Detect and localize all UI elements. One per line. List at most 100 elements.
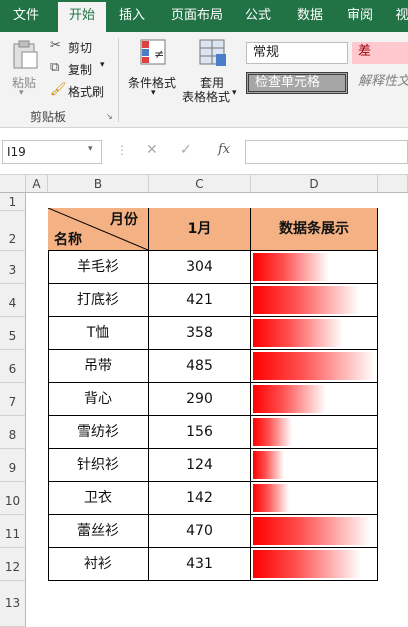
tab-formulas[interactable]: 公式 bbox=[238, 0, 278, 32]
copy-button[interactable]: ⧉ 复制 ▾ bbox=[48, 60, 110, 78]
paste-label: 粘贴 bbox=[12, 76, 37, 90]
data-bar bbox=[253, 451, 284, 479]
data-bar-cell[interactable] bbox=[251, 449, 378, 482]
value-cell[interactable]: 156 bbox=[149, 416, 251, 449]
formula-input[interactable] bbox=[245, 140, 408, 164]
data-bar bbox=[253, 352, 375, 380]
table-format-label-2: 表格格式 bbox=[182, 90, 231, 104]
tab-review[interactable]: 审阅 bbox=[340, 0, 380, 32]
data-bar-cell[interactable] bbox=[251, 515, 378, 548]
style-bad[interactable]: 差 bbox=[352, 42, 408, 64]
table-format-dropdown-icon: ▾ bbox=[232, 88, 237, 98]
column-header-e[interactable] bbox=[378, 175, 408, 193]
ribbon-separator bbox=[118, 38, 119, 122]
formula-bar: I19 ▾ ⋮ ✕ ✓ fx bbox=[0, 128, 408, 175]
value-cell[interactable]: 124 bbox=[149, 449, 251, 482]
style-normal[interactable]: 常规 bbox=[246, 42, 348, 64]
copy-label: 复制 bbox=[68, 63, 93, 77]
row-header-6[interactable]: 6 bbox=[0, 350, 26, 383]
enter-icon[interactable]: ✓ bbox=[180, 142, 192, 158]
tab-data[interactable]: 数据 bbox=[290, 0, 330, 32]
name-cell[interactable]: 吊带 bbox=[48, 350, 149, 383]
data-bar-cell[interactable] bbox=[251, 284, 378, 317]
cancel-icon[interactable]: ✕ bbox=[146, 142, 158, 158]
clipboard-group-label: 剪贴板 bbox=[30, 110, 67, 124]
column-header-b[interactable]: B bbox=[48, 175, 149, 193]
tab-page-layout[interactable]: 页面布局 bbox=[162, 0, 232, 32]
name-cell[interactable]: 衬衫 bbox=[48, 548, 149, 581]
style-explanatory[interactable]: 解释性文 bbox=[352, 72, 408, 94]
data-bar-cell[interactable] bbox=[251, 350, 378, 383]
name-cell[interactable]: 打底衫 bbox=[48, 284, 149, 317]
clipboard-icon bbox=[13, 40, 38, 69]
data-bar-cell[interactable] bbox=[251, 251, 378, 284]
value-cell[interactable]: 304 bbox=[149, 251, 251, 284]
data-bar bbox=[253, 319, 343, 347]
svg-text:≠: ≠ bbox=[154, 47, 164, 61]
row-header-3[interactable]: 3 bbox=[0, 251, 26, 284]
name-cell[interactable]: 雪纺衫 bbox=[48, 416, 149, 449]
row-header-11[interactable]: 11 bbox=[0, 515, 26, 548]
style-check-cell[interactable]: 检查单元格 bbox=[246, 72, 348, 94]
name-cell[interactable]: 针织衫 bbox=[48, 449, 149, 482]
data-bar-cell[interactable] bbox=[251, 482, 378, 515]
row-header-4[interactable]: 4 bbox=[0, 284, 26, 317]
column-header-d[interactable]: D bbox=[251, 175, 378, 193]
data-bar-cell[interactable] bbox=[251, 416, 378, 449]
name-cell[interactable]: 卫衣 bbox=[48, 482, 149, 515]
value-cell[interactable]: 142 bbox=[149, 482, 251, 515]
value-cell[interactable]: 485 bbox=[149, 350, 251, 383]
name-cell[interactable]: 羊毛衫 bbox=[48, 251, 149, 284]
spreadsheet-grid: A B C D 1 2 3 4 5 6 7 8 9 10 11 12 13 月份… bbox=[0, 175, 408, 627]
tab-file[interactable]: 文件 bbox=[4, 0, 48, 32]
dialog-launcher-icon[interactable]: ↘ bbox=[106, 112, 113, 121]
data-bar bbox=[253, 484, 289, 512]
value-cell[interactable]: 470 bbox=[149, 515, 251, 548]
row-header-7[interactable]: 7 bbox=[0, 383, 26, 416]
value-cell[interactable]: 421 bbox=[149, 284, 251, 317]
header-jan-cell[interactable]: 1月 bbox=[149, 208, 251, 251]
row-header-9[interactable]: 9 bbox=[0, 449, 26, 482]
value-cell[interactable]: 431 bbox=[149, 548, 251, 581]
paste-button[interactable]: 粘贴 ▾ bbox=[6, 36, 44, 102]
conditional-formatting-button[interactable]: ≠ 条件格式 ▾ bbox=[126, 38, 182, 104]
insert-function-icon[interactable]: fx bbox=[218, 142, 230, 157]
value-cell[interactable]: 358 bbox=[149, 317, 251, 350]
name-cell[interactable]: T恤 bbox=[48, 317, 149, 350]
name-cell[interactable]: 背心 bbox=[48, 383, 149, 416]
data-bar-cell[interactable] bbox=[251, 317, 378, 350]
row-header-10[interactable]: 10 bbox=[0, 482, 26, 515]
header-bars-cell[interactable]: 数据条展示 bbox=[251, 208, 378, 251]
copy-dropdown-icon: ▾ bbox=[100, 60, 105, 70]
data-bar-cell[interactable] bbox=[251, 383, 378, 416]
format-painter-button[interactable]: 🖌 格式刷 bbox=[48, 82, 110, 100]
tab-view[interactable]: 视 bbox=[390, 0, 408, 32]
ribbon-tab-bar: 文件 开始 插入 页面布局 公式 数据 审阅 视 bbox=[0, 0, 408, 32]
value-cell[interactable]: 290 bbox=[149, 383, 251, 416]
name-box-dropdown-icon[interactable]: ▾ bbox=[88, 144, 93, 154]
row-header-8[interactable]: 8 bbox=[0, 416, 26, 449]
more-icon: ⋮ bbox=[116, 143, 128, 157]
format-painter-label: 格式刷 bbox=[68, 85, 105, 99]
data-bar bbox=[253, 253, 329, 281]
column-header-a[interactable]: A bbox=[26, 175, 48, 193]
column-header-c[interactable]: C bbox=[149, 175, 251, 193]
data-bar bbox=[253, 550, 361, 578]
select-all-corner[interactable] bbox=[0, 175, 26, 193]
row-header-1[interactable]: 1 bbox=[0, 193, 26, 211]
header-diagonal-cell[interactable]: 月份 名称 bbox=[48, 208, 149, 251]
row-header-2[interactable]: 2 bbox=[0, 211, 26, 251]
tab-home[interactable]: 开始 bbox=[58, 2, 106, 32]
paste-dropdown-icon: ▾ bbox=[19, 88, 24, 98]
cut-button[interactable]: ✂ 剪切 bbox=[48, 38, 108, 56]
copy-icon: ⧉ bbox=[50, 60, 60, 75]
data-bar-cell[interactable] bbox=[251, 548, 378, 581]
name-cell[interactable]: 蕾丝衫 bbox=[48, 515, 149, 548]
table-format-icon bbox=[199, 39, 226, 66]
format-as-table-button[interactable]: 套用 表格格式 ▾ bbox=[182, 38, 244, 104]
row-header-13[interactable]: 13 bbox=[0, 581, 26, 627]
row-header-5[interactable]: 5 bbox=[0, 317, 26, 350]
row-header-12[interactable]: 12 bbox=[0, 548, 26, 581]
tab-insert[interactable]: 插入 bbox=[112, 0, 152, 32]
name-box[interactable]: I19 bbox=[2, 140, 102, 164]
